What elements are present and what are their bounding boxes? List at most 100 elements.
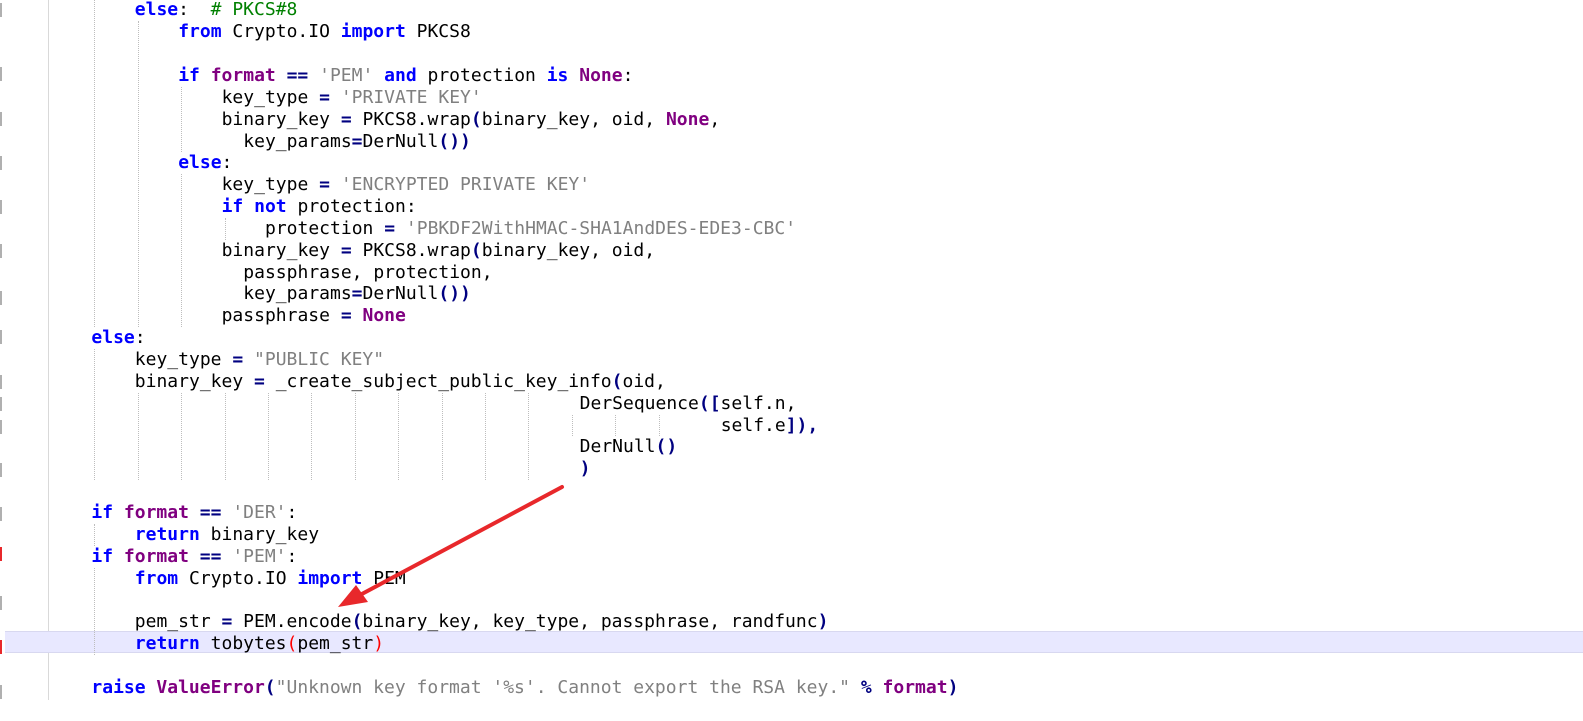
- code-token: if: [178, 64, 200, 86]
- code-token: binary_key: [134, 370, 255, 392]
- code-token: is: [546, 64, 569, 86]
- code-line[interactable]: else:: [178, 152, 232, 174]
- code-line[interactable]: return tobytes(pem_str): [135, 633, 384, 655]
- code-token: (: [351, 611, 363, 633]
- code-token: "Unknown key format '%s'. Cannot export …: [275, 676, 850, 698]
- code-token: not: [254, 196, 287, 218]
- code-token: =: [319, 86, 330, 108]
- code-token: binary_key, key_type, passphrase, randfu…: [362, 611, 818, 633]
- code-line[interactable]: if format == 'PEM':: [91, 546, 297, 568]
- code-line[interactable]: else: # PKCS#8: [135, 0, 298, 21]
- code-line[interactable]: raise ValueError("Unknown key format '%s…: [91, 677, 958, 699]
- code-line[interactable]: from Crypto.IO import PEM: [135, 568, 406, 590]
- code-token: else: [134, 0, 179, 21]
- code-token: key_params: [243, 283, 352, 305]
- code-token: =: [221, 611, 233, 633]
- code-line[interactable]: else:: [91, 327, 145, 349]
- code-line[interactable]: ): [580, 458, 591, 480]
- code-token: PKCS8.wrap: [351, 108, 471, 130]
- code-token: =: [340, 305, 352, 327]
- indent-guide: [94, 0, 96, 328]
- code-line[interactable]: if format == 'PEM' and protection is Non…: [178, 65, 633, 87]
- code-token: 'PEM': [232, 545, 287, 567]
- code-line[interactable]: return binary_key: [135, 524, 319, 546]
- code-line[interactable]: pem_str = PEM.encode(binary_key, key_typ…: [135, 611, 829, 633]
- indent-guide: [224, 217, 226, 240]
- indent-guide: [528, 392, 530, 481]
- indent-guide: [181, 86, 183, 153]
- code-token: # PKCS#8: [210, 0, 298, 21]
- code-line[interactable]: protection = 'PBKDF2WithHMAC-SHA1AndDES-…: [265, 218, 796, 240]
- gutter-marker: [0, 640, 2, 654]
- code-token: ): [579, 458, 591, 480]
- indent-guide: [181, 392, 183, 481]
- gutter-marker: [0, 3, 2, 17]
- code-token: ): [817, 611, 829, 633]
- code-token: ValueError: [156, 676, 265, 698]
- code-token: =: [319, 174, 330, 196]
- code-token: =: [254, 370, 265, 392]
- code-line[interactable]: from Crypto.IO import PKCS8: [178, 21, 471, 43]
- code-token: ==: [199, 501, 222, 523]
- code-token: protection:: [286, 196, 417, 218]
- code-token: return: [134, 523, 200, 545]
- code-token: ()): [438, 130, 471, 152]
- code-token: =: [232, 349, 244, 370]
- gutter-marker: [0, 156, 2, 170]
- code-editor[interactable]: else: # PKCS#8 from Crypto.IO import PKCS…: [0, 0, 1583, 721]
- code-line[interactable]: if not protection:: [222, 196, 417, 218]
- code-line[interactable]: if format == 'DER':: [91, 502, 297, 524]
- code-token: (: [286, 633, 298, 655]
- code-line[interactable]: key_type = "PUBLIC KEY": [135, 349, 384, 371]
- code-token: format: [882, 676, 948, 698]
- code-token: and: [384, 64, 417, 86]
- gutter-marker: [0, 67, 2, 81]
- indent-guide: [658, 414, 660, 437]
- gutter-marker: [0, 330, 2, 344]
- code-line[interactable]: DerSequence([self.n,: [580, 393, 797, 415]
- indent-guide: [354, 392, 356, 481]
- code-line[interactable]: DerNull(): [580, 436, 678, 458]
- code-token: =: [340, 108, 352, 130]
- code-token: PKCS8: [405, 21, 471, 43]
- gutter-marker: [0, 463, 2, 477]
- code-line[interactable]: binary_key = PKCS8.wrap(binary_key, oid,…: [222, 109, 721, 131]
- code-line[interactable]: key_type = 'ENCRYPTED PRIVATE KEY': [222, 174, 590, 196]
- code-token: 'DER': [232, 501, 287, 523]
- code-line[interactable]: self.e]),: [721, 415, 819, 437]
- code-token: =: [351, 130, 363, 152]
- code-line[interactable]: binary_key = _create_subject_public_key_…: [135, 371, 666, 393]
- code-line[interactable]: key_params=DerNull()): [243, 131, 471, 153]
- code-line[interactable]: key_params=DerNull()): [243, 283, 471, 305]
- gutter-marker: [0, 200, 2, 214]
- code-token: key_type: [221, 86, 320, 108]
- code-token: ): [947, 676, 959, 698]
- gutter-marker: [0, 547, 2, 561]
- code-token: None: [665, 108, 710, 130]
- code-line[interactable]: passphrase = None: [222, 305, 406, 327]
- code-token: key_type: [221, 174, 320, 196]
- code-token: PKCS8.wrap: [351, 239, 471, 261]
- indent-guide: [441, 392, 443, 481]
- code-token: None: [579, 64, 623, 86]
- code-token: protection: [265, 217, 385, 239]
- code-token: format: [123, 501, 189, 523]
- code-token: :: [221, 152, 233, 174]
- indent-guide: [224, 392, 226, 481]
- indent-guide: [94, 523, 96, 546]
- code-line[interactable]: binary_key = PKCS8.wrap(binary_key, oid,: [222, 240, 656, 262]
- code-line[interactable]: passphrase, protection,: [243, 262, 492, 284]
- code-token: return: [134, 633, 200, 655]
- code-line[interactable]: key_type = 'PRIVATE KEY': [222, 87, 482, 109]
